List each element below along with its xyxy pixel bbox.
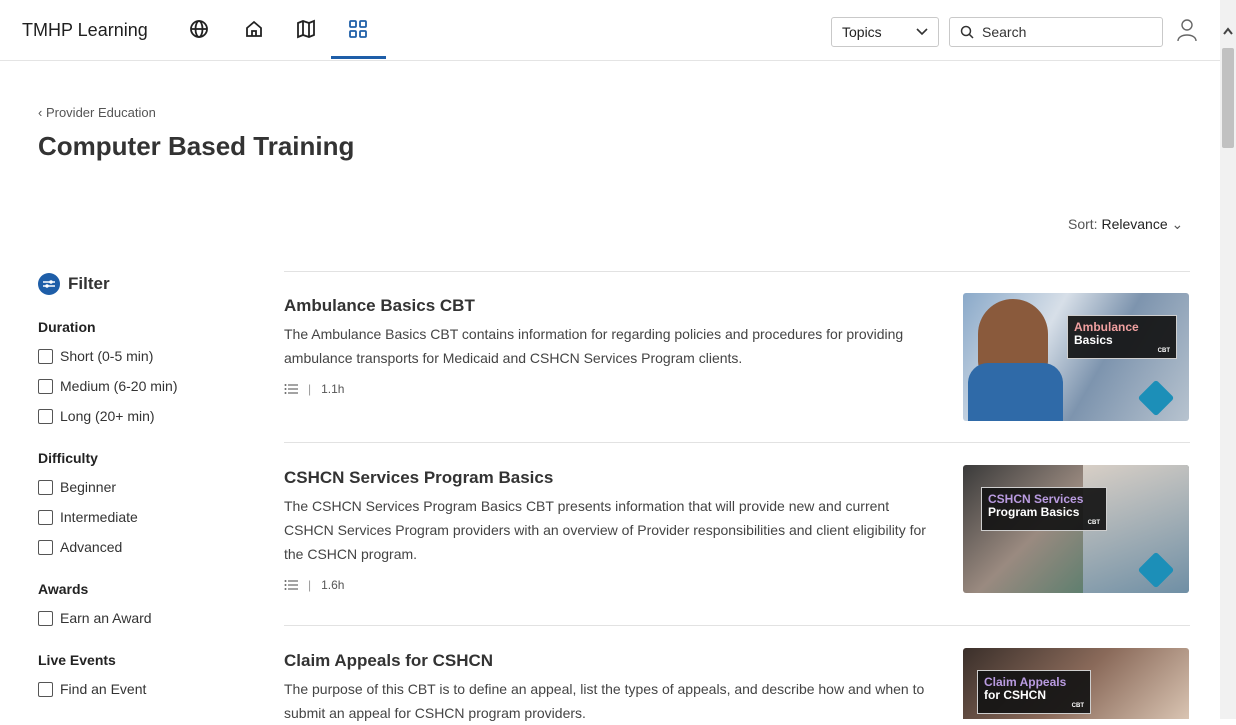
checkbox[interactable] (38, 348, 53, 364)
filter-group-difficulty: Difficulty (38, 450, 98, 466)
filter-find-event[interactable]: Find an Event (38, 681, 146, 697)
checkbox[interactable] (38, 479, 53, 495)
filter-group-awards: Awards (38, 581, 89, 597)
filter-short[interactable]: Short (0-5 min) (38, 348, 153, 364)
thumb-tag: CBT (1071, 703, 1084, 709)
course-duration: 1.1h (321, 382, 345, 396)
breadcrumb-link[interactable]: Provider Education (46, 105, 156, 120)
filter-option-label: Intermediate (60, 509, 138, 525)
thumb-tag: CBT (1087, 520, 1100, 526)
thumb-line2: for CSHCN (984, 688, 1046, 702)
user-icon[interactable] (1175, 17, 1199, 43)
chevron-down-icon (916, 28, 928, 36)
filter-option-label: Long (20+ min) (60, 408, 155, 424)
divider (284, 271, 1190, 272)
divider (284, 442, 1190, 443)
checkbox[interactable] (38, 610, 53, 626)
thumb-line1: Claim Appeals (984, 675, 1067, 689)
map-icon[interactable] (293, 16, 319, 42)
page-title: Computer Based Training (38, 131, 355, 161)
top-nav: TMHP Learning Topics Search (0, 0, 1220, 61)
filter-icon (38, 273, 60, 295)
course-description: The CSHCN Services Program Basics CBT pr… (284, 498, 926, 562)
filter-advanced[interactable]: Advanced (38, 539, 122, 555)
thumb-line1: CSHCN Services (988, 492, 1084, 506)
checkbox[interactable] (38, 509, 53, 525)
course-thumbnail[interactable]: CSHCN Services Program Basics CBT (963, 465, 1189, 593)
filter-group-duration: Duration (38, 319, 96, 335)
list-icon (284, 580, 298, 590)
course-duration: 1.6h (321, 578, 345, 592)
grid-icon[interactable] (345, 16, 371, 42)
search-icon (960, 25, 974, 39)
shield-badge-icon (1137, 379, 1175, 417)
breadcrumb[interactable]: ‹ Provider Education (38, 105, 156, 120)
search-placeholder: Search (982, 24, 1027, 40)
course-description: The Ambulance Basics CBT contains inform… (284, 326, 904, 366)
brand-title[interactable]: TMHP Learning (22, 20, 148, 41)
topics-dropdown[interactable]: Topics (831, 17, 939, 47)
scroll-up-icon[interactable] (1223, 26, 1233, 36)
sort-value[interactable]: Relevance (1101, 216, 1167, 232)
active-tab-indicator (331, 56, 386, 59)
filter-medium[interactable]: Medium (6-20 min) (38, 378, 177, 394)
filter-intermediate[interactable]: Intermediate (38, 509, 138, 525)
course-thumbnail[interactable]: Claim Appeals for CSHCN CBT (963, 648, 1189, 719)
filter-beginner[interactable]: Beginner (38, 479, 116, 495)
uniform-image (968, 363, 1063, 421)
filter-group-live-events: Live Events (38, 652, 116, 668)
sort-dropdown[interactable]: Sort: Relevance ⌄ (1068, 216, 1183, 233)
home-icon[interactable] (241, 16, 267, 42)
thumbnail-label: Ambulance Basics CBT (1067, 315, 1177, 359)
filter-title: Filter (68, 274, 110, 293)
course-description: The purpose of this CBT is to define an … (284, 681, 925, 721)
meta-separator: | (308, 382, 312, 396)
checkbox[interactable] (38, 378, 53, 394)
checkbox[interactable] (38, 681, 53, 697)
checkbox[interactable] (38, 539, 53, 555)
filter-option-label: Short (0-5 min) (60, 348, 154, 364)
page-scrollbar[interactable] (1220, 0, 1236, 719)
filter-earn-award[interactable]: Earn an Award (38, 610, 152, 626)
scrollbar-thumb[interactable] (1222, 48, 1234, 148)
thumbnail-label: CSHCN Services Program Basics CBT (981, 487, 1107, 531)
filter-option-label: Earn an Award (60, 610, 152, 626)
thumb-tag: CBT (1157, 348, 1170, 354)
checkbox[interactable] (38, 408, 53, 424)
globe-icon[interactable] (186, 16, 212, 42)
thumb-line2: Program Basics (988, 505, 1080, 519)
divider (284, 625, 1190, 626)
filter-option-label: Beginner (60, 479, 117, 495)
course-thumbnail[interactable]: Ambulance Basics CBT (963, 293, 1189, 421)
filter-option-label: Advanced (60, 539, 123, 555)
list-icon (284, 384, 298, 394)
filter-header[interactable]: Filter (38, 273, 110, 295)
topics-label: Topics (842, 24, 882, 40)
search-input[interactable]: Search (949, 17, 1163, 47)
filter-long[interactable]: Long (20+ min) (38, 408, 155, 424)
meta-separator: | (308, 578, 312, 592)
chevron-left-icon: ‹ (38, 105, 46, 120)
thumb-line1: Ambulance (1074, 320, 1139, 334)
sort-label: Sort: (1068, 216, 1098, 232)
thumbnail-label: Claim Appeals for CSHCN CBT (977, 670, 1091, 714)
filter-option-label: Find an Event (60, 681, 147, 697)
chevron-down-icon: ⌄ (1171, 216, 1184, 232)
thumb-line2: Basics (1074, 333, 1113, 347)
filter-option-label: Medium (6-20 min) (60, 378, 178, 394)
